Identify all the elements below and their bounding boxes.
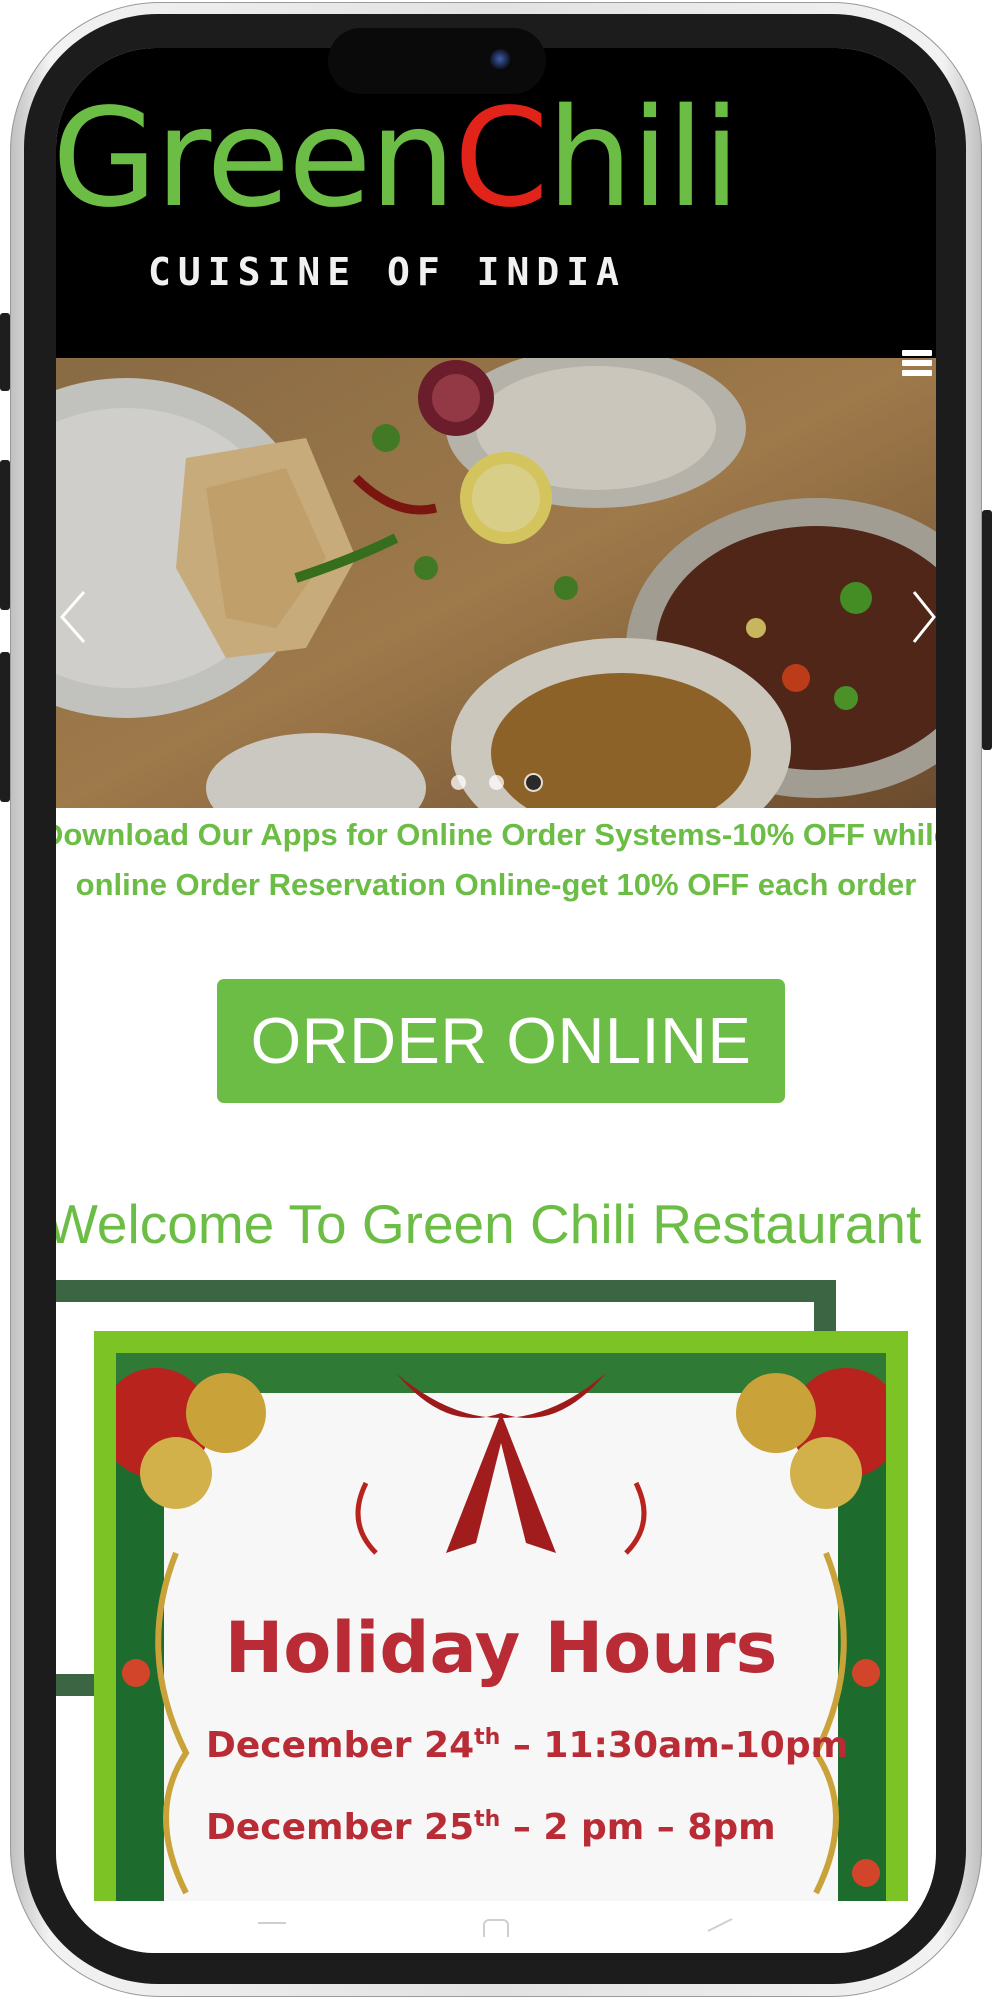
phone-screen: GreenChili CUISINE OF INDIA Download Our… [56,48,936,1953]
hamburger-icon-line [902,370,932,376]
food-photo [56,358,936,808]
side-button-power [982,510,992,750]
hero-carousel[interactable] [56,358,936,808]
carousel-dot-3[interactable] [525,775,541,790]
hamburger-menu-button[interactable] [896,346,936,390]
dynamic-island [328,28,546,94]
side-button-mute [0,313,10,391]
logo-tagline: CUISINE OF INDIA [148,250,627,294]
chevron-right-icon [912,591,936,643]
holiday-title: Holiday Hours [224,1607,778,1689]
home-icon[interactable] [481,1917,511,1937]
holiday-hours-image: Holiday Hours December 24th – 11:30am-10… [94,1331,908,1901]
date-1-suffix-sup: th [474,1725,501,1750]
holiday-date-line-1: December 24th – 11:30am-10pm [206,1725,849,1766]
side-button-volume-down [0,652,10,802]
site-header: GreenChili CUISINE OF INDIA [56,48,936,358]
carousel-next-button[interactable] [908,582,936,652]
logo-green-text: Green [56,80,456,238]
date-2-suffix-sup: th [474,1807,501,1832]
logo-hili-text: hili [546,80,741,238]
holiday-hours-card: Holiday Hours December 24th – 11:30am-10… [116,1353,886,1901]
date-2-hours: – 2 pm – 8pm [500,1807,776,1848]
carousel-dot-2[interactable] [488,775,504,790]
promo-text: Download Our Apps for Online Order Syste… [56,817,936,902]
carousel-indicators [56,775,936,795]
holiday-date-line-2: December 25th – 2 pm – 8pm [206,1807,846,1848]
side-button-volume-up [0,460,10,610]
site-logo[interactable]: GreenChili [56,84,740,234]
back-icon[interactable] [704,1917,736,1937]
camera-icon [490,49,512,71]
date-1-prefix: December 24 [206,1725,475,1766]
system-nav-bar [56,1903,936,1953]
welcome-heading: Welcome To Green Chili Restaurant [56,1193,922,1255]
hamburger-icon-line [902,360,932,366]
carousel-dot-1[interactable] [451,775,467,790]
recents-icon[interactable] [256,1917,288,1937]
date-1-hours: – 11:30am-10pm [500,1725,849,1766]
chevron-left-icon [60,591,86,643]
carousel-prev-button[interactable] [58,582,98,652]
logo-chili-letter: C [453,80,549,238]
order-online-button[interactable]: ORDER ONLINE [217,979,785,1103]
hamburger-icon [902,350,932,356]
date-2-prefix: December 25 [206,1807,475,1848]
